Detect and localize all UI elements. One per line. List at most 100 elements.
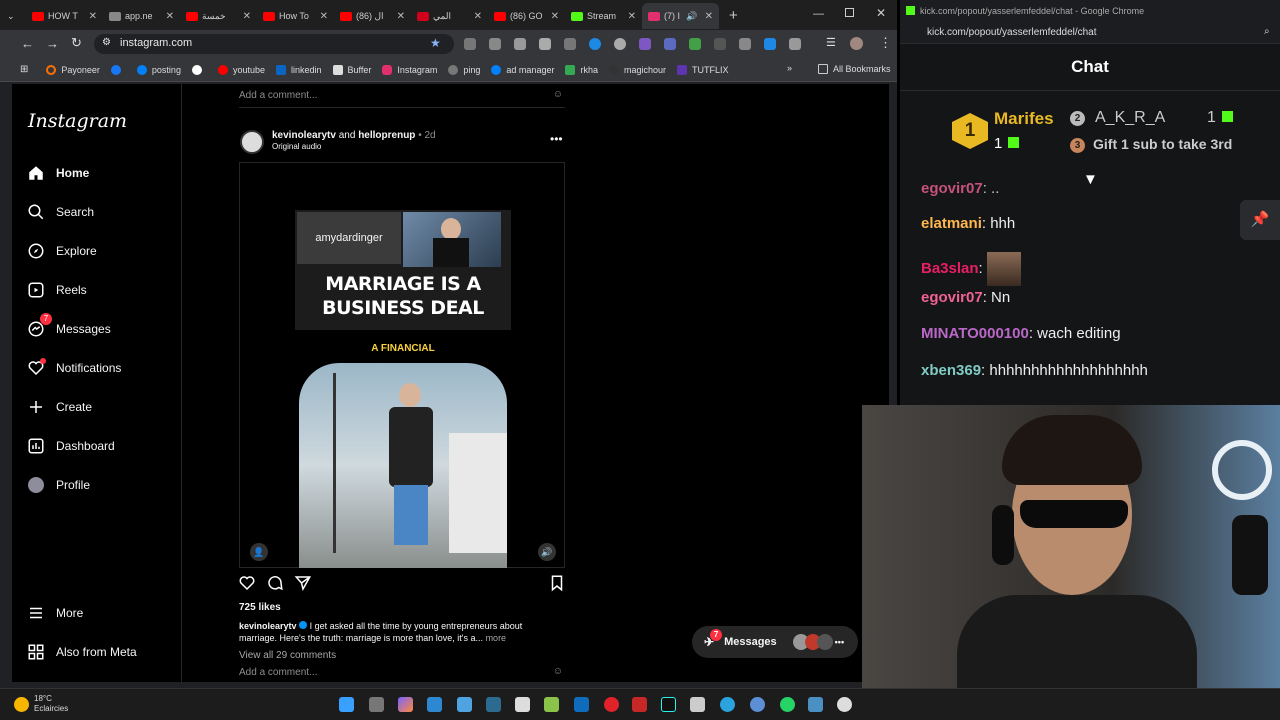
extension-icon[interactable] [539,38,551,50]
bookmark-item[interactable]: ad manager [491,64,554,75]
close-icon[interactable]: ✕ [243,11,251,22]
chrome-icon[interactable] [837,697,852,712]
chat-username[interactable]: egovir07 [921,289,983,306]
whatsapp-icon[interactable] [780,697,795,712]
sidebar-item-home[interactable]: Home [26,163,89,183]
extension-icon[interactable] [564,38,576,50]
bookmark-item[interactable] [191,64,207,75]
extension-icon[interactable] [764,38,776,50]
bookmark-item[interactable]: Payoneer [46,64,100,75]
new-tab-button[interactable]: + [729,7,738,24]
browser-tab[interactable]: app.ne ✕ [103,3,180,29]
reload-icon[interactable]: ↻ [71,35,82,51]
browser-tab[interactable]: HOW T ✕ [26,3,103,29]
sidebar-item-search[interactable]: Search [26,202,94,222]
post-author[interactable]: kevinolearytv [272,130,336,141]
app-icon[interactable] [750,697,765,712]
sidebar-item-explore[interactable]: Explore [26,241,97,261]
app-icon[interactable] [515,697,530,712]
app-icon[interactable] [486,697,501,712]
kebab-menu-icon[interactable]: ⋮ [879,35,892,51]
weather-widget[interactable]: 18°C Eclaircies [14,694,68,714]
sidebar-item-notifications[interactable]: Notifications [26,358,121,378]
minimize-button[interactable]: — [813,8,824,20]
extension-icon[interactable] [489,38,501,50]
opera-icon[interactable] [604,697,619,712]
gifter-1-name[interactable]: Marifes [994,109,1054,129]
extension-icon[interactable] [614,38,626,50]
tab-search-button[interactable]: ⌄ [0,3,26,29]
post-author-avatar[interactable] [240,130,264,154]
app-icon[interactable] [690,697,705,712]
bookmark-item[interactable]: Instagram [382,64,437,75]
app-icon[interactable] [544,697,559,712]
bookmark-item[interactable]: magichour [608,64,666,75]
bookmark-item[interactable]: youtube [217,64,265,75]
extension-icon[interactable] [639,38,651,50]
bookmark-item[interactable]: TUTFLIX [677,64,729,75]
chat-username[interactable]: elatmani [921,215,982,232]
profile-avatar-icon[interactable] [850,37,863,50]
close-icon[interactable]: ✕ [166,11,174,22]
file-explorer-icon[interactable] [369,697,384,712]
gifter-3-prompt[interactable]: Gift 1 sub to take 3rd [1093,136,1232,152]
gifter-2-name[interactable]: A_K_R_A [1095,109,1165,127]
share-icon[interactable] [294,574,312,595]
chat-username[interactable]: Ba3slan [921,260,979,277]
maximize-button[interactable] [845,8,854,17]
pin-icon[interactable]: 📌 [1240,200,1280,240]
all-bookmarks-folder[interactable]: All Bookmarks [818,64,891,74]
forward-icon[interactable]: → [46,36,59,51]
address-bar[interactable]: ⚙ instagram.com [94,34,454,54]
messages-pill[interactable]: ✈ 7 Messages ••• [692,626,858,658]
app-icon[interactable] [457,697,472,712]
browser-tab[interactable]: How To ✕ [257,3,334,29]
extension-icon[interactable] [464,38,476,50]
windows-start-icon[interactable] [339,697,354,712]
outlook-icon[interactable] [574,697,589,712]
sidebar-item-also-from-meta[interactable]: Also from Meta [26,642,137,662]
save-icon[interactable] [548,574,566,595]
add-comment-input[interactable]: Add a comment... ☺ [239,666,565,678]
app-icon[interactable] [632,697,647,712]
emoji-icon[interactable]: ☺ [553,89,563,100]
chat-username[interactable]: egovir07 [921,180,983,197]
extension-icon[interactable] [514,38,526,50]
post-audio[interactable]: Original audio [272,142,436,151]
like-count[interactable]: 725 likes [239,602,281,613]
browser-tab[interactable]: Stream ✕ [565,3,642,29]
back-icon[interactable]: ← [21,36,34,51]
user-tag-icon[interactable]: 👤 [250,543,268,561]
close-icon[interactable]: ✕ [628,11,636,22]
extensions-puzzle-icon[interactable] [789,38,801,50]
tiktok-icon[interactable] [661,697,676,712]
mute-icon[interactable]: 🔊 [538,543,556,561]
sidebar-item-more[interactable]: More [26,603,83,623]
extension-icon[interactable] [664,38,676,50]
browser-tab[interactable]: خمسة ✕ [180,3,257,29]
post-coauthor[interactable]: helloprenup [358,130,415,141]
copilot-icon[interactable] [398,697,413,712]
close-icon[interactable]: ✕ [320,11,328,22]
sidebar-item-messages[interactable]: 7 Messages [26,313,111,339]
close-icon[interactable]: ✕ [474,11,482,22]
add-comment-input[interactable]: Add a comment... ☺ [239,89,565,108]
chevron-right-icon[interactable]: » [787,63,792,73]
chat-username[interactable]: xben369 [921,362,981,379]
reading-list-icon[interactable]: ☰ [826,36,836,49]
emoji-icon[interactable]: ☺ [553,666,563,677]
close-icon[interactable]: ✕ [705,11,713,22]
close-icon[interactable]: ✕ [551,11,559,22]
extension-icon[interactable] [739,38,751,50]
comment-icon[interactable] [266,574,284,595]
telegram-icon[interactable] [720,697,735,712]
app-icon[interactable] [808,697,823,712]
browser-tab-active[interactable]: (7) I 🔊 ✕ [642,3,719,29]
bookmark-item[interactable] [110,64,126,75]
instagram-logo[interactable]: Instagram [28,110,127,132]
bookmark-item[interactable]: posting [136,64,181,75]
sidebar-item-create[interactable]: Create [26,397,92,417]
sidebar-item-profile[interactable]: Profile [26,475,90,495]
browser-tab[interactable]: (86) ال ✕ [334,3,411,29]
extension-icon[interactable] [714,38,726,50]
